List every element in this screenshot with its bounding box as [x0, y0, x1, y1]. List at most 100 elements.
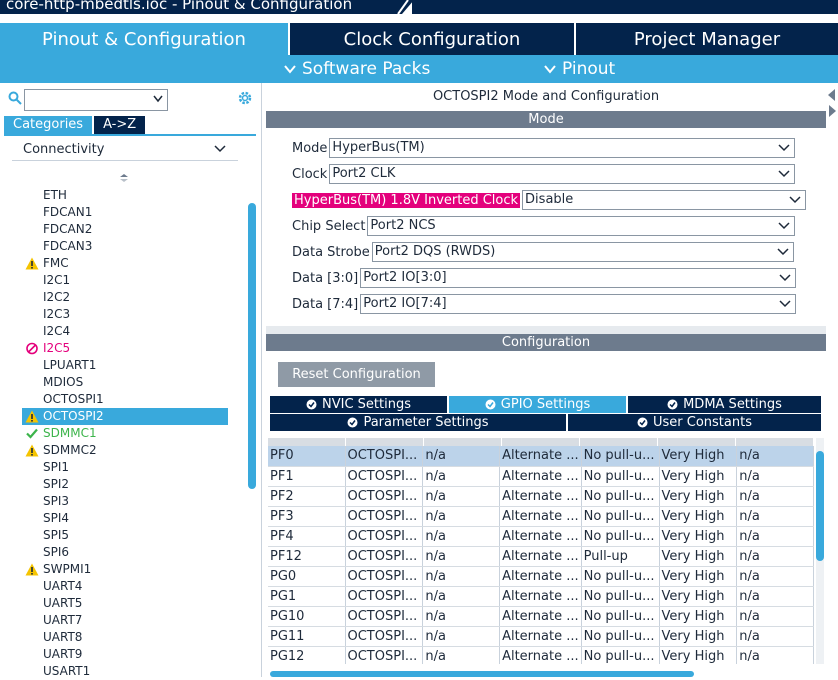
check-circle-icon [347, 417, 358, 428]
table-row[interactable]: PG0 OCTOSPI... n/a Alternate ... No pull-u..… [268, 566, 814, 587]
reset-configuration-button[interactable]: Reset Configuration [278, 362, 435, 387]
settings-tabs-row-2: Parameter Settings User Constants [270, 414, 821, 431]
sidebar-item-octospi1[interactable]: OCTOSPI1 [22, 391, 228, 408]
column-header[interactable] [502, 438, 580, 446]
sidebar-item-label: I2C3 [43, 307, 71, 321]
sidebar-item-label: FDCAN1 [43, 205, 93, 219]
sidebar-item-uart9[interactable]: UART9 [22, 646, 228, 663]
tab-label: User Constants [653, 415, 752, 430]
sidebar-item-uart8[interactable]: UART8 [22, 629, 228, 646]
table-row[interactable]: PF4 OCTOSPI... n/a Alternate ... No pull-u..… [268, 526, 814, 547]
sidebar-item-octospi2[interactable]: OCTOSPI2 [22, 408, 228, 425]
sidebar-item-uart4[interactable]: UART4 [22, 578, 228, 595]
table-cell: OCTOSPI... [345, 646, 424, 664]
chevron-right-icon[interactable] [827, 105, 837, 117]
check-circle-icon [637, 417, 648, 428]
tab-a-z[interactable]: A->Z [94, 116, 146, 134]
tab-nvic-settings[interactable]: NVIC Settings [270, 396, 449, 413]
mode-select[interactable]: HyperBus(TM) [329, 138, 796, 158]
table-row[interactable]: PF1 OCTOSPI... n/a Alternate ... No pull-u..… [268, 466, 814, 487]
column-header[interactable] [346, 438, 424, 446]
chip-select-row: Chip Select Port2 NCS [292, 216, 796, 236]
tab-categories[interactable]: Categories [4, 116, 93, 134]
table-cell: OCTOSPI... [345, 626, 424, 647]
sidebar-item-spi6[interactable]: SPI6 [22, 544, 228, 561]
settings-tabs-row-1: NVIC Settings GPIO Settings MDMA Setting… [270, 396, 821, 413]
data-3-0-label: Data [3:0] [292, 270, 359, 286]
tab-pinout-configuration[interactable]: Pinout & Configuration [0, 23, 290, 55]
tab-project-manager[interactable]: Project Manager [576, 23, 838, 55]
sidebar-item-spi2[interactable]: SPI2 [22, 476, 228, 493]
column-header[interactable] [658, 438, 736, 446]
chevron-left-icon[interactable] [827, 89, 837, 101]
sidebar-item-fdcan2[interactable]: FDCAN2 [22, 221, 228, 238]
sidebar-item-fmc[interactable]: FMC [22, 255, 228, 272]
gear-icon[interactable] [236, 89, 254, 107]
tab-clock-configuration[interactable]: Clock Configuration [290, 23, 576, 55]
table-cell: No pull-u... [581, 626, 660, 647]
table-cell: n/a [422, 486, 501, 507]
sidebar-item-spi5[interactable]: SPI5 [22, 527, 228, 544]
sidebar-item-i2c4[interactable]: I2C4 [22, 323, 228, 340]
sidebar-item-eth[interactable]: ETH [22, 187, 228, 204]
data-7-4-select[interactable]: Port2 IO[7:4] [360, 294, 797, 314]
sidebar-item-sdmmc1[interactable]: SDMMC1 [22, 425, 228, 442]
sort-icon[interactable] [119, 173, 129, 183]
sidebar-item-i2c5[interactable]: I2C5 [22, 340, 228, 357]
table-cell: n/a [422, 526, 501, 547]
table-cell: n/a [736, 486, 814, 507]
sidebar-item-spi4[interactable]: SPI4 [22, 510, 228, 527]
table-row[interactable]: PG12 OCTOSPI... n/a Alternate ... No pull-u.… [268, 646, 814, 664]
table-cell: Very High [659, 586, 738, 607]
chip-select-value: Port2 NCS [370, 218, 436, 233]
tab-user-constants[interactable]: User Constants [568, 414, 821, 431]
search-input[interactable] [24, 89, 168, 111]
software-packs-menu[interactable]: Software Packs [284, 59, 430, 79]
window-title: core-http-mbedtls.ioc - Pinout & Configu… [0, 0, 398, 14]
chip-select-select[interactable]: Port2 NCS [367, 216, 796, 236]
sidebar-item-spi1[interactable]: SPI1 [22, 459, 228, 476]
sidebar-item-i2c1[interactable]: I2C1 [22, 272, 228, 289]
sidebar-item-i2c3[interactable]: I2C3 [22, 306, 228, 323]
table-cell: Alternate ... [499, 486, 582, 507]
sidebar-scrollbar[interactable] [248, 203, 256, 489]
chevron-down-icon [544, 65, 556, 74]
pinout-menu[interactable]: Pinout [544, 59, 615, 79]
tab-gpio-settings[interactable]: GPIO Settings [449, 396, 628, 413]
tab-mdma-settings[interactable]: MDMA Settings [628, 396, 821, 413]
column-header[interactable] [268, 438, 346, 446]
table-horizontal-scrollbar[interactable] [270, 671, 694, 677]
sub-menu-bar: Software Packs Pinout [0, 55, 838, 83]
sidebar-item-spi3[interactable]: SPI3 [22, 493, 228, 510]
column-header[interactable] [424, 438, 502, 446]
table-row[interactable]: PG10 OCTOSPI... n/a Alternate ... No pull-u.… [268, 606, 814, 627]
tab-label: GPIO Settings [500, 397, 591, 412]
table-row[interactable]: PG11 OCTOSPI... n/a Alternate ... No pull-u.… [268, 626, 814, 647]
data-strobe-select[interactable]: Port2 DQS (RWDS) [371, 242, 794, 262]
sidebar-item-uart5[interactable]: UART5 [22, 595, 228, 612]
clock-select[interactable]: Port2 CLK [329, 164, 796, 184]
sidebar-item-sdmmc2[interactable]: SDMMC2 [22, 442, 228, 459]
table-row[interactable]: PG1 OCTOSPI... n/a Alternate ... No pull-u..… [268, 586, 814, 607]
column-header[interactable] [580, 438, 658, 446]
sidebar-item-i2c2[interactable]: I2C2 [22, 289, 228, 306]
column-header[interactable] [736, 438, 814, 446]
table-cell: No pull-u... [581, 466, 660, 487]
sidebar-item-swpmi1[interactable]: SWPMI1 [22, 561, 228, 578]
sidebar-item-mdios[interactable]: MDIOS [22, 374, 228, 391]
table-row[interactable]: PF3 OCTOSPI... n/a Alternate ... No pull-u..… [268, 506, 814, 527]
table-cell: n/a [736, 606, 814, 627]
table-row[interactable]: PF2 OCTOSPI... n/a Alternate ... No pull-u..… [268, 486, 814, 507]
sidebar-item-lpuart1[interactable]: LPUART1 [22, 357, 228, 374]
data-3-0-select[interactable]: Port2 IO[3:0] [360, 268, 797, 288]
table-vertical-scrollbar[interactable] [816, 451, 824, 561]
inverted-clock-select[interactable]: Disable [522, 190, 807, 210]
sidebar-item-usart1[interactable]: USART1 [22, 663, 228, 680]
table-row[interactable]: PF0 OCTOSPI... n/a Alternate ... No pull-u..… [268, 446, 814, 467]
sidebar-item-fdcan3[interactable]: FDCAN3 [22, 238, 228, 255]
table-row[interactable]: PF12 OCTOSPI... n/a Alternate ... Pull-up Ver… [268, 546, 814, 567]
sidebar-item-uart7[interactable]: UART7 [22, 612, 228, 629]
tab-parameter-settings[interactable]: Parameter Settings [270, 414, 568, 431]
group-connectivity[interactable]: Connectivity [12, 139, 238, 161]
sidebar-item-fdcan1[interactable]: FDCAN1 [22, 204, 228, 221]
